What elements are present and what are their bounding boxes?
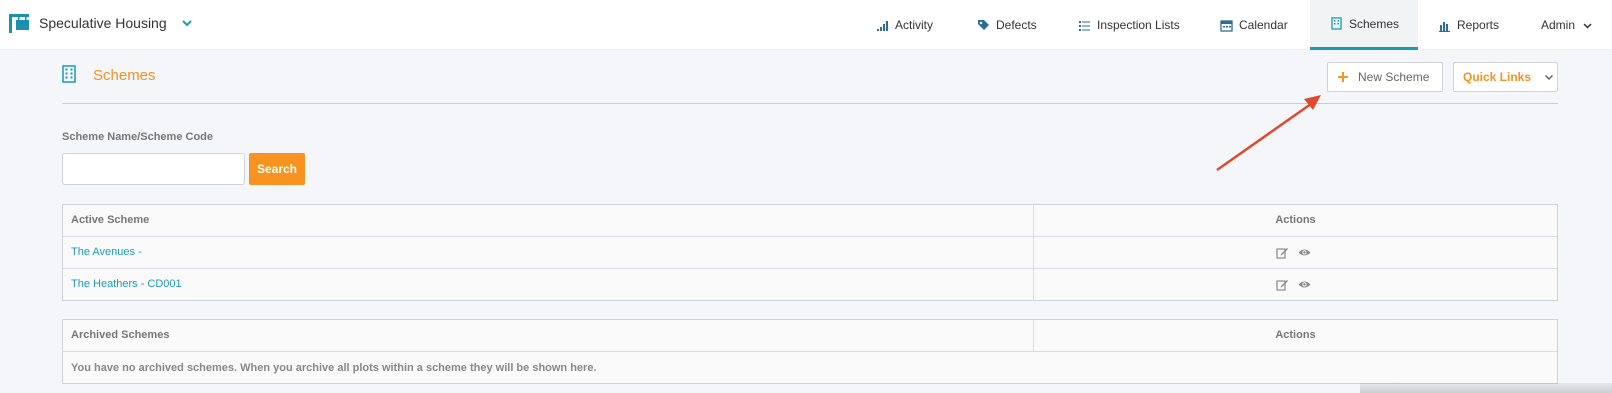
- nav-calendar[interactable]: Calendar: [1220, 0, 1288, 50]
- nav-reports-label: Reports: [1457, 18, 1500, 32]
- new-scheme-button[interactable]: New Scheme: [1327, 62, 1443, 92]
- nav-reports[interactable]: Reports: [1438, 0, 1499, 50]
- search-label: Scheme Name/Scheme Code: [62, 131, 214, 143]
- edit-icon[interactable]: [1276, 246, 1289, 259]
- table-row: The Avenues -: [63, 237, 1557, 269]
- view-icon[interactable]: [1298, 278, 1311, 291]
- page-title: Schemes: [93, 67, 156, 84]
- user-menu[interactable]: Admin: [1541, 0, 1593, 50]
- table-header: Archived Schemes Actions: [63, 320, 1557, 352]
- app-name: Speculative Housing: [39, 15, 167, 31]
- column-header-archived-schemes: Archived Schemes: [71, 329, 170, 341]
- column-header-actions: Actions: [1275, 329, 1316, 341]
- window-shadow: [1360, 383, 1612, 393]
- active-schemes-table: Active Scheme Actions The Avenues - The …: [62, 204, 1558, 301]
- nav-defects-label: Defects: [996, 18, 1037, 32]
- empty-message: You have no archived schemes. When you a…: [71, 362, 597, 374]
- scheme-link[interactable]: The Heathers - CD001: [71, 278, 182, 290]
- page-header: Schemes New Scheme Quick Links: [62, 58, 1558, 104]
- view-icon[interactable]: [1298, 246, 1311, 259]
- chevron-down-icon: [1545, 74, 1554, 81]
- nav-schemes-label: Schemes: [1349, 16, 1400, 31]
- bar-signal-icon: [877, 20, 888, 31]
- list-icon: [1079, 20, 1090, 31]
- quick-links-button[interactable]: Quick Links: [1453, 62, 1558, 92]
- building-icon: [62, 65, 76, 83]
- nav-calendar-label: Calendar: [1239, 18, 1288, 32]
- archived-schemes-table: Archived Schemes Actions You have no arc…: [62, 319, 1558, 384]
- user-name: Admin: [1541, 18, 1576, 32]
- nav-activity-label: Activity: [895, 18, 934, 32]
- quick-links-label: Quick Links: [1463, 70, 1532, 84]
- chevron-down-icon[interactable]: [181, 17, 193, 29]
- row-actions: [1276, 278, 1311, 291]
- chevron-down-icon: [1583, 22, 1592, 29]
- column-header-actions: Actions: [1275, 214, 1316, 226]
- sign-post-logo-icon: [9, 14, 29, 33]
- annotation-arrow: [1216, 95, 1321, 172]
- nav-inspection-lists-label: Inspection Lists: [1097, 18, 1180, 32]
- row-actions: [1276, 246, 1311, 259]
- building-icon: [1331, 17, 1342, 30]
- table-header: Active Scheme Actions: [63, 205, 1557, 237]
- plus-icon: [1338, 72, 1348, 82]
- nav-inspection-lists[interactable]: Inspection Lists: [1078, 0, 1180, 50]
- nav-defects[interactable]: Defects: [977, 0, 1037, 50]
- scheme-link[interactable]: The Avenues -: [71, 246, 142, 258]
- column-divider: [1033, 237, 1034, 268]
- scheme-search-input[interactable]: [62, 153, 245, 185]
- bar-chart-icon: [1439, 21, 1450, 32]
- brand[interactable]: Speculative Housing: [8, 12, 193, 34]
- nav-activity[interactable]: Activity: [876, 0, 933, 50]
- calendar-icon: [1220, 19, 1233, 32]
- column-header-active-scheme: Active Scheme: [71, 214, 150, 226]
- tag-icon: [978, 19, 989, 30]
- search-button[interactable]: Search: [249, 153, 305, 185]
- edit-icon[interactable]: [1276, 278, 1289, 291]
- table-row: The Heathers - CD001: [63, 269, 1557, 301]
- top-navbar: Speculative Housing Activity Defects Ins…: [0, 0, 1612, 50]
- nav-schemes[interactable]: Schemes: [1310, 0, 1418, 50]
- empty-row: You have no archived schemes. When you a…: [63, 352, 1557, 384]
- column-divider: [1033, 269, 1034, 301]
- new-scheme-label: New Scheme: [1358, 70, 1430, 84]
